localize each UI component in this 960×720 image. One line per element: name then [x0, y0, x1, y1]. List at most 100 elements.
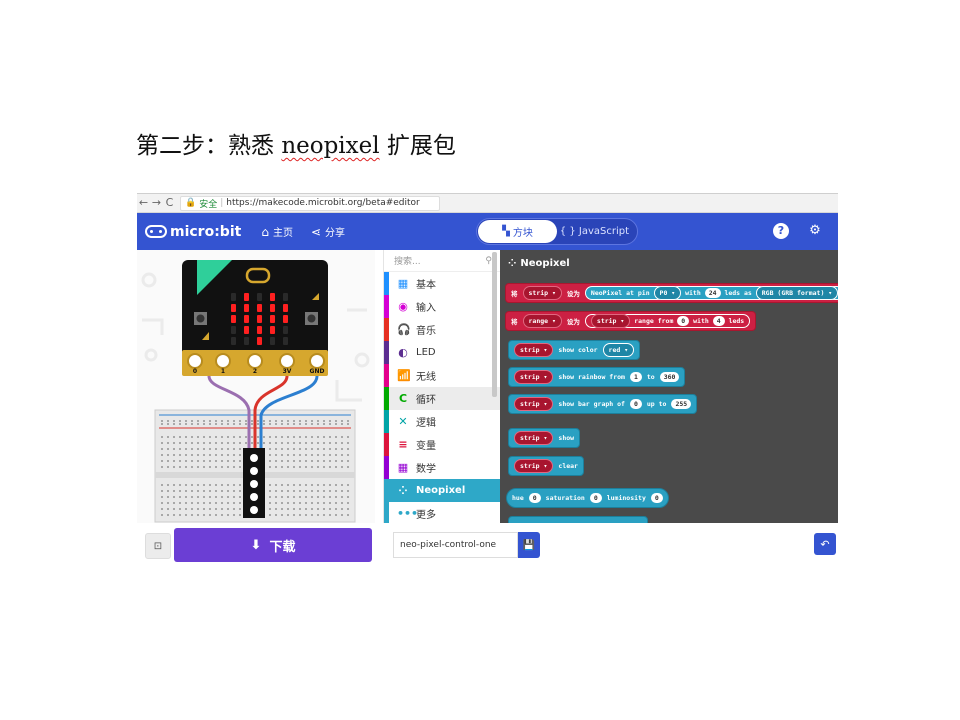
- block-show-rainbow[interactable]: strip show rainbow from 1 to 360: [508, 367, 686, 387]
- breadboard-hole: [197, 436, 199, 438]
- project-name-input[interactable]: [393, 532, 518, 558]
- category-1[interactable]: ◉ 输入: [384, 295, 500, 318]
- microbit-logo[interactable]: micro:bit: [145, 224, 241, 240]
- save-button[interactable]: 💾: [518, 532, 540, 558]
- forward-button[interactable]: →: [150, 194, 163, 212]
- tab-blocks[interactable]: ▚ 方块: [478, 220, 557, 243]
- category-4[interactable]: 📶 无线: [384, 364, 500, 387]
- strip-dropdown[interactable]: strip: [514, 459, 554, 473]
- block-text: show bar graph of: [558, 400, 625, 408]
- var-dropdown[interactable]: strip: [522, 286, 562, 300]
- range-block[interactable]: strip range from 0 with 4 leds: [584, 314, 751, 328]
- block-show-bar-graph[interactable]: strip show bar graph of 0 up to 255: [508, 394, 698, 414]
- breadboard-hole: [275, 436, 277, 438]
- breadboard-hole: [323, 420, 325, 422]
- pin-dropdown[interactable]: P0: [653, 286, 682, 300]
- home-label: 主页: [272, 228, 293, 239]
- number-field[interactable]: 0: [650, 493, 663, 503]
- category-0[interactable]: ▦ 基本: [384, 272, 500, 295]
- share-button[interactable]: ⋖ 分享: [311, 224, 345, 240]
- neopixel-icon: ⁘: [508, 258, 517, 269]
- number-field[interactable]: 24: [704, 288, 721, 298]
- breadboard-hole: [305, 466, 307, 468]
- number-field[interactable]: 1: [629, 372, 642, 382]
- category-2[interactable]: 🎧 音乐: [384, 318, 500, 341]
- simulator-canvas[interactable]: 0 1 2 3V GND: [137, 250, 375, 523]
- number-field[interactable]: 0: [629, 399, 642, 409]
- number-field[interactable]: 0: [677, 316, 690, 326]
- category-7[interactable]: ≡ 变量: [384, 433, 500, 456]
- block-text: hue: [512, 494, 524, 502]
- breadboard-hole: [239, 514, 241, 516]
- led: [257, 315, 262, 323]
- collapse-simulator-button[interactable]: ⊡: [145, 533, 171, 559]
- category-8[interactable]: ▦ 数学: [384, 456, 500, 479]
- category-10[interactable]: ••• 更多: [384, 502, 500, 525]
- breadboard-hole: [335, 484, 337, 486]
- breadboard-hole: [245, 436, 247, 438]
- address-bar[interactable]: 🔒 安全 | https://makecode.microbit.org/bet…: [180, 195, 440, 211]
- breadboard-hole: [335, 448, 337, 450]
- breadboard-hole: [173, 420, 175, 422]
- breadboard-hole: [233, 502, 235, 504]
- reload-button[interactable]: C: [163, 194, 176, 212]
- breadboard-hole: [221, 514, 223, 516]
- toolbox-scrollbar[interactable]: [492, 252, 497, 397]
- block-show[interactable]: strip show: [508, 428, 581, 448]
- block-set-range[interactable]: 将 range 设为 strip range from 0 with 4 led…: [505, 311, 757, 331]
- var-dropdown[interactable]: range: [522, 314, 562, 328]
- search-icon[interactable]: ⚲: [485, 256, 492, 266]
- breadboard-hole: [269, 496, 271, 498]
- breadboard-hole: [341, 423, 343, 425]
- block-partial[interactable]: [508, 516, 648, 523]
- breadboard-hole: [167, 514, 169, 516]
- block-hsl[interactable]: hue 0 saturation 0 luminosity 0: [506, 488, 669, 508]
- logo-text: micro:bit: [170, 223, 242, 240]
- strip-dropdown[interactable]: strip: [590, 314, 631, 328]
- breadboard-hole: [203, 490, 205, 492]
- block-clear[interactable]: strip clear: [508, 456, 584, 476]
- back-button[interactable]: ←: [137, 194, 150, 212]
- search-input[interactable]: 搜索...: [394, 254, 421, 267]
- toolbox-search[interactable]: 搜索... ⚲: [384, 250, 500, 272]
- neopixel-create-block[interactable]: NeoPixel at pin P0 with 24 leds as RGB (…: [584, 286, 838, 300]
- category-9[interactable]: ⁘ Neopixel: [384, 479, 500, 502]
- category-6[interactable]: ✕ 逻辑: [384, 410, 500, 433]
- strip-dropdown[interactable]: strip: [514, 431, 554, 445]
- breadboard-hole: [293, 420, 295, 422]
- gear-icon[interactable]: ⚙: [807, 223, 823, 239]
- category-5[interactable]: C 循环: [384, 387, 500, 410]
- number-field[interactable]: 4: [712, 316, 725, 326]
- breadboard-hole: [185, 466, 187, 468]
- breadboard-hole: [299, 466, 301, 468]
- breadboard-hole: [293, 484, 295, 486]
- number-field[interactable]: 255: [671, 399, 692, 409]
- lock-icon: 🔒: [185, 198, 197, 208]
- help-icon[interactable]: ?: [773, 223, 789, 239]
- home-button[interactable]: ⌂ 主页: [261, 224, 293, 240]
- breadboard-hole: [287, 514, 289, 516]
- breadboard-hole: [191, 448, 193, 450]
- download-button[interactable]: ⬇ 下载: [174, 528, 372, 562]
- number-field[interactable]: 360: [659, 372, 680, 382]
- breadboard-hole: [347, 466, 349, 468]
- format-dropdown[interactable]: RGB (GRB format): [755, 286, 838, 300]
- breadboard-hole: [299, 460, 301, 462]
- strip-dropdown[interactable]: strip: [514, 370, 554, 384]
- breadboard-hole: [299, 514, 301, 516]
- breadboard-hole: [281, 460, 283, 462]
- neopixel-led: [250, 454, 258, 462]
- breadboard-hole: [185, 454, 187, 456]
- strip-dropdown[interactable]: strip: [514, 397, 554, 411]
- block-set-strip[interactable]: 将 strip 设为 NeoPixel at pin P0 with 24 le…: [505, 283, 838, 303]
- number-field[interactable]: 0: [528, 493, 541, 503]
- undo-button[interactable]: ↶: [814, 533, 836, 555]
- strip-dropdown[interactable]: strip: [514, 343, 554, 357]
- tab-javascript[interactable]: { } JavaScript: [560, 219, 629, 244]
- led: [270, 337, 275, 345]
- breadboard-hole: [293, 508, 295, 510]
- category-3[interactable]: ◐ LED: [384, 341, 500, 364]
- color-dropdown[interactable]: red: [602, 343, 635, 357]
- block-show-color[interactable]: strip show color red: [508, 340, 641, 360]
- number-field[interactable]: 0: [589, 493, 602, 503]
